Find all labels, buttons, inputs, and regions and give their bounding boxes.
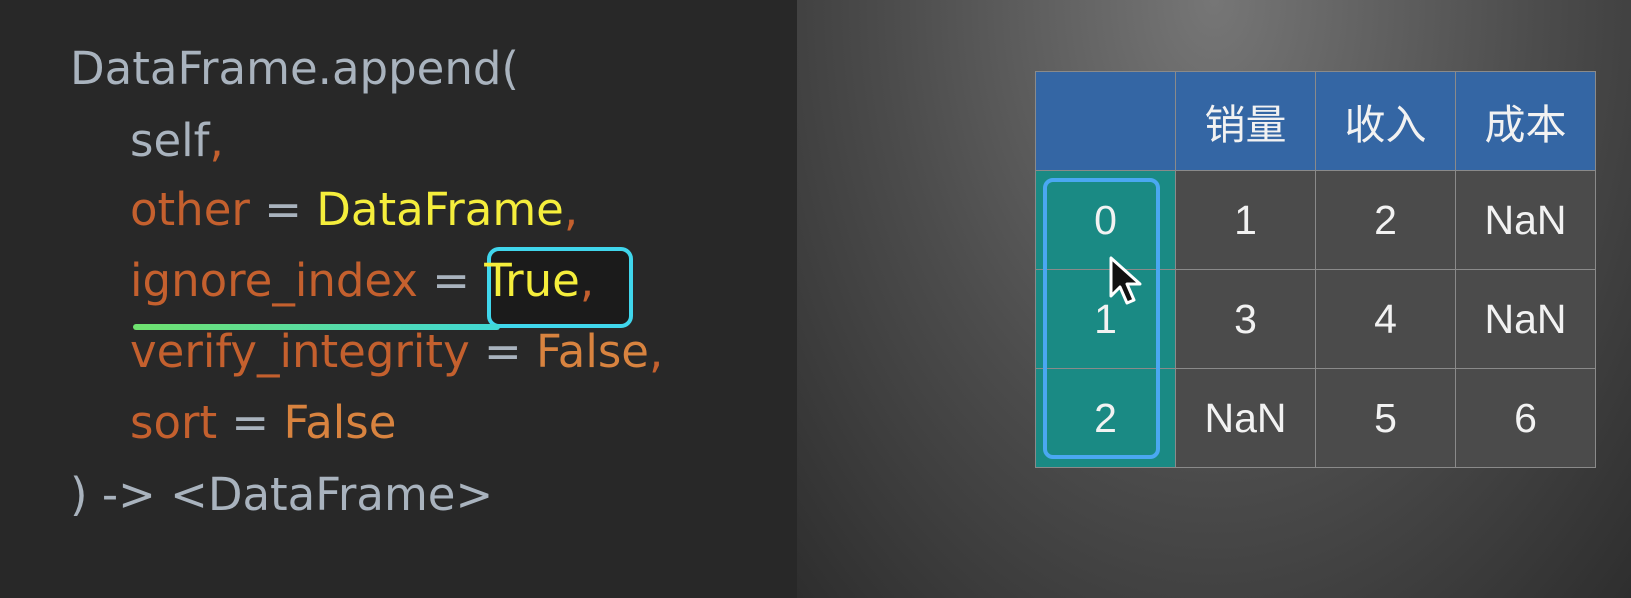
table-cell: NaN	[1455, 170, 1596, 270]
code-line-signature: DataFrame.append(	[70, 42, 519, 95]
code-line-verify-integrity: verify_integrity = False,	[130, 325, 664, 378]
table-cell: 2	[1315, 170, 1456, 270]
header-index-corner	[1035, 71, 1176, 171]
header-sales: 销量	[1175, 71, 1316, 171]
table-cell: 5	[1315, 368, 1456, 468]
code-line-self: self,	[130, 114, 224, 167]
index-column-highlight-box	[1043, 178, 1160, 459]
code-panel: DataFrame.append( self, other = DataFram…	[0, 0, 797, 598]
table-header-row: 销量 收入 成本	[1035, 71, 1596, 171]
code-line-sort: sort = False	[130, 396, 397, 449]
mouse-pointer-icon	[1109, 256, 1142, 305]
table-cell: NaN	[1175, 368, 1316, 468]
code-line-other: other = DataFrame,	[130, 183, 579, 236]
table-cell: 1	[1175, 170, 1316, 270]
code-line-return: ) -> <DataFrame>	[70, 468, 494, 521]
table-cell: NaN	[1455, 269, 1596, 369]
header-revenue: 收入	[1315, 71, 1456, 171]
table-cell: 6	[1455, 368, 1596, 468]
table-cell: 4	[1315, 269, 1456, 369]
code-line-ignore-index: ignore_index = True,	[130, 254, 595, 307]
header-cost: 成本	[1455, 71, 1596, 171]
table-cell: 3	[1175, 269, 1316, 369]
